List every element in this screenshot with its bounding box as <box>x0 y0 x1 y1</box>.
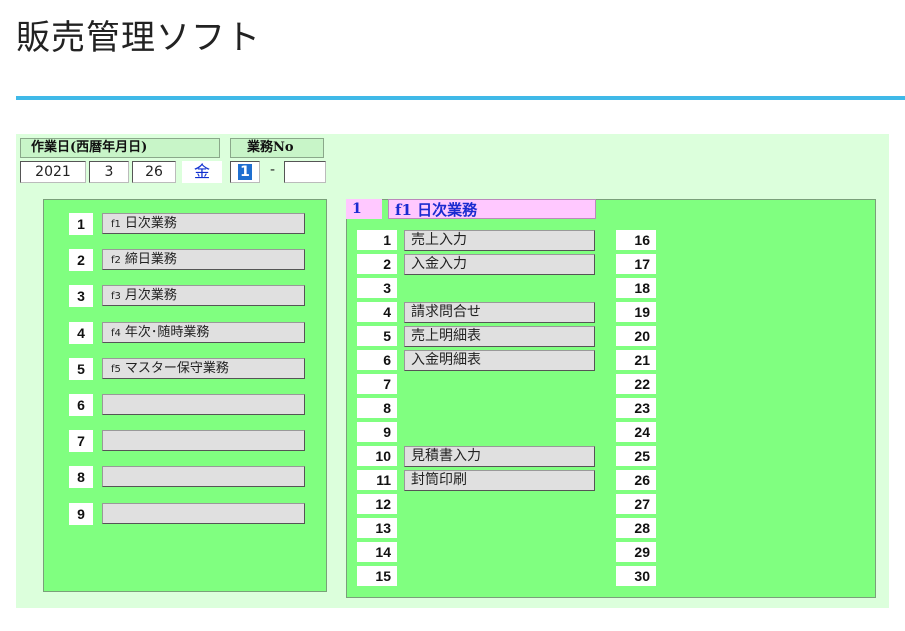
sub-menu-number: 25 <box>616 446 656 466</box>
main-menu-number: 4 <box>69 321 93 344</box>
sub-menu-button-4[interactable]: 請求問合せ <box>404 302 595 323</box>
sub-no-input[interactable] <box>284 161 326 183</box>
year-input[interactable]: 2021 <box>20 161 86 183</box>
main-menu-button-5[interactable]: f5 マスター保守業務 <box>102 357 305 379</box>
main-menu-label: 月次業務 <box>124 288 177 304</box>
sub-menu-number: 17 <box>616 254 656 274</box>
main-menu-button-6[interactable] <box>102 394 305 415</box>
title-divider <box>16 96 905 100</box>
main-menu-button-7[interactable] <box>102 430 305 452</box>
sub-menu-number: 16 <box>616 230 656 250</box>
sub-menu-number: 28 <box>616 518 656 538</box>
job-no-value: 1 <box>238 164 252 180</box>
sub-menu-number: 1 <box>357 230 397 250</box>
sub-menu-number: 4 <box>357 302 397 322</box>
sub-menu-number: 6 <box>357 350 397 370</box>
main-menu-number: 6 <box>69 394 93 416</box>
dash-separator: - <box>270 162 276 178</box>
sub-menu-number: 9 <box>357 422 397 442</box>
sub-menu-number: 20 <box>616 326 656 346</box>
main-menu-button-1[interactable]: f1 日次業務 <box>102 213 305 234</box>
current-job-title: f1 日次業務 <box>388 199 596 219</box>
sub-menu-number: 8 <box>357 398 397 418</box>
main-menu-number: 3 <box>69 285 93 308</box>
main-menu-number: 5 <box>69 357 93 380</box>
sub-menu-number: 10 <box>357 446 397 466</box>
sub-menu-number: 29 <box>616 542 656 562</box>
main-menu-label: マスター保守業務 <box>124 360 229 376</box>
main-menu-label: 日次業務 <box>124 216 177 231</box>
sub-menu-number: 26 <box>616 470 656 490</box>
sub-menu-number: 15 <box>357 566 397 586</box>
sub-menu-button-1[interactable]: 売上入力 <box>404 230 595 251</box>
workdate-label: 作業日(西暦年月日) <box>20 138 220 158</box>
main-menu-number: 1 <box>69 213 93 235</box>
main-menu-number: 7 <box>69 430 93 453</box>
sub-menu-button-10[interactable]: 見積書入力 <box>404 446 595 467</box>
current-job-number: 1 <box>346 199 382 219</box>
sub-menu-number: 24 <box>616 422 656 442</box>
main-menu-button-8[interactable] <box>102 466 305 488</box>
weekday-display: 金 <box>182 161 222 183</box>
main-menu-button-9[interactable] <box>102 502 305 524</box>
app-title: 販売管理ソフト <box>16 18 261 58</box>
sub-menu-number: 19 <box>616 302 656 322</box>
sub-menu-number: 23 <box>616 398 656 418</box>
jobno-label: 業務No <box>230 138 324 158</box>
sub-menu-number: 13 <box>357 518 397 538</box>
function-key-label: f4 <box>111 327 121 339</box>
sub-menu-number: 3 <box>357 278 397 298</box>
job-no-input[interactable]: 1 <box>230 161 260 183</box>
sub-menu-number: 30 <box>616 566 656 586</box>
main-menu-number: 9 <box>69 502 93 525</box>
sub-menu-number: 7 <box>357 374 397 394</box>
main-menu-button-4[interactable]: f4 年次･随時業務 <box>102 321 305 343</box>
sub-menu-button-11[interactable]: 封筒印刷 <box>404 470 595 491</box>
main-menu-number: 2 <box>69 249 93 272</box>
sub-menu-number: 12 <box>357 494 397 514</box>
function-key-label: f5 <box>111 363 121 375</box>
sub-menu-number: 21 <box>616 350 656 370</box>
function-key-label: f3 <box>111 291 121 303</box>
month-input[interactable]: 3 <box>89 161 129 183</box>
function-key-label: f1 <box>111 219 121 230</box>
main-menu-label: 締日業務 <box>124 252 177 268</box>
sub-menu-number: 22 <box>616 374 656 394</box>
sub-menu-button-5[interactable]: 売上明細表 <box>404 326 595 347</box>
sub-menu-number: 2 <box>357 254 397 274</box>
day-input[interactable]: 26 <box>132 161 176 183</box>
main-menu-number: 8 <box>69 466 93 489</box>
sub-menu-button-6[interactable]: 入金明細表 <box>404 350 595 371</box>
main-menu-button-3[interactable]: f3 月次業務 <box>102 285 305 307</box>
sub-menu-number: 18 <box>616 278 656 298</box>
sub-menu-number: 5 <box>357 326 397 346</box>
sub-menu-number: 14 <box>357 542 397 562</box>
sub-menu-number: 11 <box>357 470 397 490</box>
main-menu-button-2[interactable]: f2 締日業務 <box>102 249 305 271</box>
sub-menu-button-2[interactable]: 入金入力 <box>404 254 595 275</box>
main-menu-label: 年次･随時業務 <box>124 324 210 340</box>
function-key-label: f2 <box>111 255 121 267</box>
sub-menu-number: 27 <box>616 494 656 514</box>
